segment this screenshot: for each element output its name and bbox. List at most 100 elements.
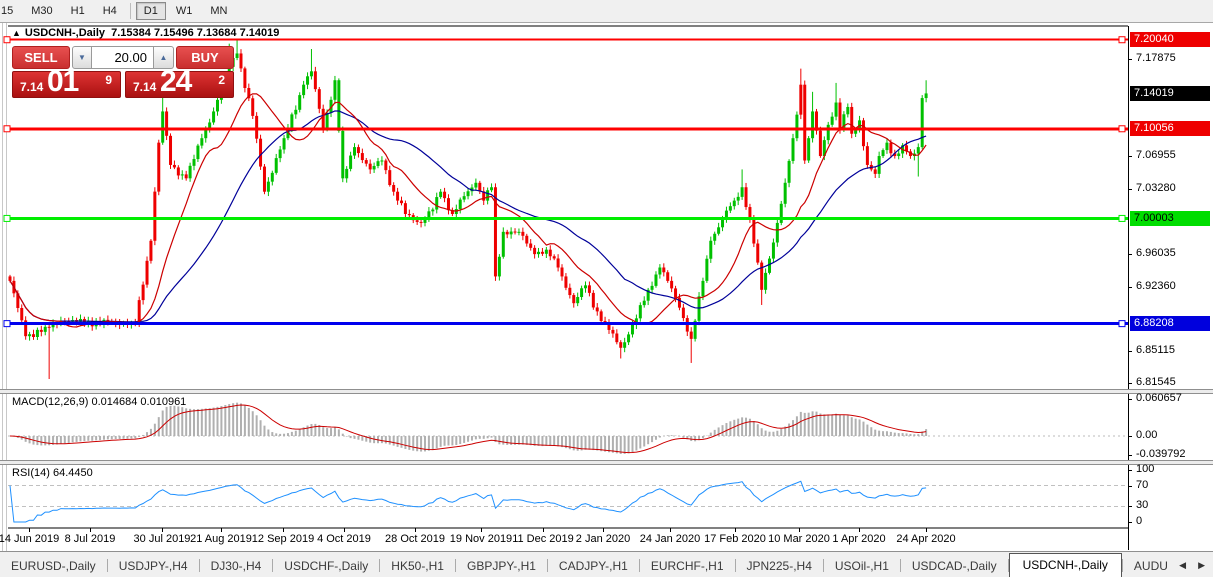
date-axis-tick [859, 528, 860, 532]
price-axis-tick [1128, 59, 1132, 60]
tab-scroll-right-icon[interactable]: ▶ [1192, 557, 1211, 574]
chart-title: ▲ USDCNH-,Daily 7.15384 7.15496 7.13684 7… [12, 27, 279, 39]
level-line-handle[interactable] [4, 321, 10, 327]
price-axis-label: 6.92360 [1136, 280, 1176, 292]
chart-tab[interactable]: EURUSD-,Daily [0, 555, 107, 577]
price-axis-tick [1128, 351, 1132, 352]
rsi-axis-label: 30 [1136, 499, 1148, 511]
price-axis-tick [1128, 156, 1132, 157]
rsi-current-value: 64.4450 [53, 467, 93, 479]
price-level-badge: 7.10056 [1130, 121, 1210, 136]
level-line-handle[interactable] [1119, 126, 1125, 132]
date-axis-tick [162, 528, 163, 532]
buy-price-panel[interactable]: 7.14 24 2 [125, 71, 234, 98]
rsi-axis-tick [1128, 470, 1132, 471]
rsi-axis-tick [1128, 486, 1132, 487]
date-axis-tick [221, 528, 222, 532]
one-click-trade-widget: SELL ▼ ▲ BUY 7.14 01 9 7.14 24 2 [12, 46, 234, 98]
level-line-handle[interactable] [4, 37, 10, 43]
level-line-handle[interactable] [1119, 215, 1125, 221]
chart-tab[interactable]: USDJPY-,H4 [108, 555, 199, 577]
date-axis-tick [735, 528, 736, 532]
chart-tab[interactable]: USDCHF-,Daily [273, 555, 379, 577]
tab-scroll-arrows: ◀▶ [1167, 552, 1211, 577]
level-line-handle[interactable] [4, 126, 10, 132]
date-axis-tick [481, 528, 482, 532]
rsi-axis-label: 100 [1136, 463, 1154, 475]
date-axis-label: 24 Apr 2020 [881, 533, 971, 545]
price-axis-label: 6.96035 [1136, 247, 1176, 259]
date-axis-tick [344, 528, 345, 532]
macd-axis-tick [1128, 399, 1132, 400]
buy-price-pips: 24 [160, 65, 191, 99]
date-axis-tick [926, 528, 927, 532]
price-axis-label: 7.17875 [1136, 52, 1176, 64]
panel-borders [8, 26, 1129, 550]
chart-tab[interactable]: CADJPY-,H1 [548, 555, 639, 577]
macd-current-values: 0.014684 0.010961 [91, 396, 186, 408]
chart-ohlc-values: 7.15384 7.15496 7.13684 7.14019 [111, 27, 279, 39]
chart-tab[interactable]: USOil-,H1 [824, 555, 900, 577]
buy-price-head: 7.14 [133, 80, 156, 94]
level-line-handle[interactable] [1119, 321, 1125, 327]
date-axis-tick [670, 528, 671, 532]
trading-terminal: 15M30H1H4D1W1MN ▲USDCNH-,Daily 7.15384 7… [0, 0, 1213, 577]
rsi-label: RSI(14) 64.4450 [12, 467, 93, 479]
sell-price-pips: 01 [47, 65, 78, 99]
trade-controls-row: SELL ▼ ▲ BUY [12, 46, 234, 69]
price-axis-tick [1128, 254, 1132, 255]
price-axis-label: 6.81545 [1136, 376, 1176, 388]
chart-tab[interactable]: JPN225-,H4 [736, 555, 823, 577]
chart-tab[interactable]: GBPJPY-,H1 [456, 555, 547, 577]
chart-expand-icon[interactable]: ▲ [12, 28, 21, 38]
volume-spinner: ▼ ▲ [72, 46, 174, 69]
chart-tab[interactable]: USDCNH-,Daily [1009, 553, 1122, 577]
rsi-splitter[interactable] [0, 460, 1213, 465]
price-axis-label: 7.03280 [1136, 182, 1176, 194]
price-level-badge: 7.00003 [1130, 211, 1210, 226]
date-axis-tick [603, 528, 604, 532]
price-axis-label: 6.85115 [1136, 344, 1175, 356]
chart-tab[interactable]: HK50-,H1 [380, 555, 455, 577]
date-axis-tick [799, 528, 800, 532]
volume-input[interactable] [92, 46, 154, 69]
rsi-axis-tick [1128, 522, 1132, 523]
price-level-badge: 7.14019 [1130, 86, 1210, 101]
rsi-axis-label: 0 [1136, 515, 1142, 527]
macd-axis-tick [1128, 455, 1132, 456]
macd-axis-label: -0.039792 [1136, 448, 1186, 460]
macd-splitter[interactable] [0, 389, 1213, 394]
chart-tab[interactable]: EURCHF-,H1 [640, 555, 735, 577]
rsi-axis-label: 70 [1136, 479, 1148, 491]
level-line-handle[interactable] [1119, 37, 1125, 43]
chart-symbol-label: USDCNH-,Daily [25, 27, 105, 39]
trade-prices-row: 7.14 01 9 7.14 24 2 [12, 71, 234, 98]
price-axis-tick [1128, 287, 1132, 288]
date-axis-tick [90, 528, 91, 532]
symbol-tab-bar: EURUSD-,DailyUSDJPY-,H4DJ30-,H4USDCHF-,D… [0, 551, 1213, 577]
price-level-badge: 6.88208 [1130, 316, 1210, 331]
sell-price-point: 9 [105, 73, 112, 87]
price-axis-tick [1128, 189, 1132, 190]
rsi-group [8, 481, 1128, 522]
macd-label: MACD(12,26,9) 0.014684 0.010961 [12, 396, 186, 408]
tab-scroll-left-icon[interactable]: ◀ [1173, 557, 1192, 574]
date-axis-tick [543, 528, 544, 532]
sell-price-panel[interactable]: 7.14 01 9 [12, 71, 121, 98]
sell-price-head: 7.14 [20, 80, 43, 94]
macd-axis-label: 0.060657 [1136, 392, 1182, 404]
chart-tab[interactable]: DJ30-,H4 [200, 555, 273, 577]
level-line-handle[interactable] [4, 215, 10, 221]
price-level-badge: 7.20040 [1130, 32, 1210, 47]
macd-axis-tick [1128, 436, 1132, 437]
date-axis-tick [29, 528, 30, 532]
buy-price-point: 2 [218, 73, 225, 87]
price-axis-tick [1128, 383, 1132, 384]
macd-axis-label: 0.00 [1136, 429, 1157, 441]
chart-tab[interactable]: USDCAD-,Daily [901, 555, 1008, 577]
macd-group [8, 403, 1128, 454]
rsi-axis-tick [1128, 506, 1132, 507]
date-axis-tick [415, 528, 416, 532]
date-axis-tick [283, 528, 284, 532]
price-axis-label: 7.06955 [1136, 149, 1176, 161]
